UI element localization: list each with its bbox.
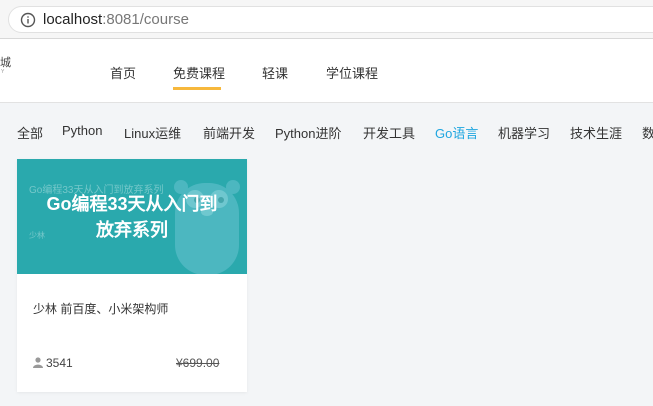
- nav-item-free-courses[interactable]: 免费课程: [173, 63, 225, 82]
- student-count-value: 3541: [46, 356, 73, 370]
- logo-text[interactable]: 城: [0, 58, 11, 69]
- course-price: ¥699.00: [176, 356, 220, 370]
- category-bar: 全部 Python Linux运维 前端开发 Python进阶 开发工具 Go语…: [0, 104, 653, 156]
- nav-item-home[interactable]: 首页: [110, 63, 136, 82]
- course-cover[interactable]: Go编程33天从入门到放弃系列 少林 Go编程33天从入门到 放弃系列: [17, 159, 247, 274]
- category-more[interactable]: 数: [642, 123, 653, 142]
- active-nav-underline: [173, 87, 221, 90]
- category-python-advanced[interactable]: Python进阶: [275, 123, 341, 142]
- url-text[interactable]: localhost:8081/course: [43, 11, 189, 28]
- student-count: 3541: [33, 356, 73, 370]
- cover-title-line2: 放弃系列: [96, 220, 168, 240]
- category-frontend[interactable]: 前端开发: [203, 123, 255, 142]
- url-host: localhost: [43, 11, 103, 28]
- logo-subtext: Y: [1, 69, 5, 75]
- teacher-info: 少林 前百度、小米架构师: [33, 302, 169, 316]
- url-field[interactable]: localhost:8081/course: [8, 6, 653, 33]
- url-path: :8081/course: [102, 11, 189, 28]
- cover-title-line1: Go编程33天从入门到: [46, 194, 218, 214]
- nav-item-degree-courses[interactable]: 学位课程: [326, 63, 378, 82]
- category-linux[interactable]: Linux运维: [124, 123, 181, 142]
- user-icon: [33, 357, 43, 368]
- course-card[interactable]: Go编程33天从入门到放弃系列 少林 Go编程33天从入门到 放弃系列 少林 前…: [17, 159, 247, 392]
- category-all[interactable]: 全部: [17, 123, 43, 142]
- category-go[interactable]: Go语言: [435, 123, 478, 142]
- cover-title: Go编程33天从入门到 放弃系列: [17, 191, 247, 243]
- category-python[interactable]: Python: [62, 123, 102, 138]
- nav-item-light-courses[interactable]: 轻课: [262, 63, 288, 82]
- category-career[interactable]: 技术生涯: [570, 123, 622, 142]
- category-machine-learning[interactable]: 机器学习: [498, 123, 550, 142]
- browser-address-bar: localhost:8081/course: [0, 0, 653, 39]
- site-header: 城 Y 首页 免费课程 轻课 学位课程: [0, 39, 653, 103]
- info-icon[interactable]: [20, 12, 36, 28]
- category-dev-tools[interactable]: 开发工具: [363, 123, 415, 142]
